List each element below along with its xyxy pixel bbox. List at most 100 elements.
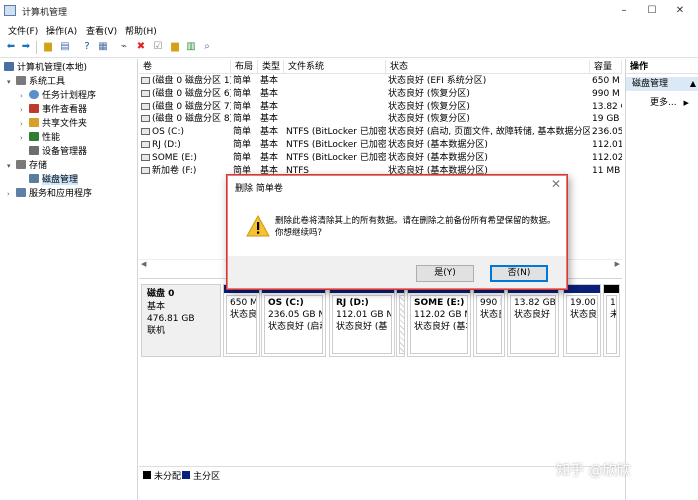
cell-text: 简单 (233, 76, 252, 86)
folder-up-icon[interactable]: ▆ (41, 40, 55, 54)
partition-block[interactable]: OS (C:) 236.05 GB NTI 状态良好 (启动 (261, 284, 326, 357)
actions-disk-management[interactable]: 磁盘管理 ▲ (626, 77, 698, 91)
table-row[interactable]: OS (C:) 简单 基本 NTFS (BitLocker 已加密) 状态良好 (启动,… (139, 126, 622, 139)
partition-block[interactable]: 13.82 GB 状态良好 (507, 284, 559, 357)
column-header-capacity[interactable]: 容量 (590, 60, 622, 74)
column-header-filesystem[interactable]: 文件系统 (284, 60, 386, 74)
tree-item-shared-folders[interactable]: › 共享文件夹 (20, 117, 87, 131)
check-icon[interactable]: ☑ (151, 40, 165, 54)
close-button[interactable]: ✕ (666, 2, 694, 20)
scroll-left-icon[interactable]: ◀ (141, 260, 146, 268)
column-header-volume[interactable]: 卷 (139, 60, 231, 74)
dialog-footer: 是(Y) 否(N) (228, 256, 566, 288)
cell-text: 简单 (233, 127, 252, 138)
maximize-button[interactable]: ☐ (638, 2, 666, 20)
table-row[interactable]: (磁盘 0 磁盘分区 6) 简单 基本 状态良好 (恢复分区) 990 M (139, 88, 622, 101)
partition-info: 19.00 GB 状态良好 (566, 295, 598, 354)
table-cell: 状态良好 (基本数据分区) (386, 152, 590, 165)
tree-item-performance[interactable]: › 性能 (20, 131, 60, 145)
tree-item-storage[interactable]: ▾ 存储 (7, 159, 47, 173)
disk-type: 基本 (147, 302, 166, 312)
back-arrow-icon[interactable]: ⬅ (4, 40, 18, 54)
search-icon[interactable]: ⌕ (200, 40, 214, 54)
performance-icon (29, 132, 39, 141)
partition-info (399, 295, 404, 354)
menu-file[interactable]: 文件(F) (8, 24, 38, 37)
table-cell: 简单 (231, 152, 258, 165)
partition-bar (604, 285, 619, 293)
show-hide-tree-icon[interactable]: ▤ (58, 40, 72, 54)
delete-icon[interactable]: ✖ (134, 40, 148, 54)
cell-text: 基本 (260, 140, 279, 150)
column-header-layout[interactable]: 布局 (231, 60, 258, 74)
column-header-status[interactable]: 状态 (386, 60, 590, 74)
services-icon (16, 188, 26, 197)
chevron-down-icon[interactable]: ▾ (7, 159, 16, 173)
chevron-right-icon[interactable]: › (7, 187, 16, 201)
table-cell: 基本 (258, 152, 284, 165)
tree-item-disk-management[interactable]: 磁盘管理 (29, 173, 79, 187)
partition-block[interactable]: 19.00 GB 状态良好 (563, 284, 601, 357)
scroll-right-icon[interactable]: ▶ (615, 260, 620, 268)
partition-block[interactable]: 650 M 状态良 (223, 284, 260, 357)
volume-icon (141, 89, 150, 97)
forward-arrow-icon[interactable]: ➡ (19, 40, 33, 54)
table-cell: (磁盘 0 磁盘分区 7) (139, 101, 231, 114)
table-cell: NTFS (BitLocker 已加密) (284, 139, 386, 152)
properties-icon[interactable]: ▦ (96, 40, 110, 54)
partition-block[interactable] (396, 284, 405, 357)
column-header-type[interactable]: 类型 (258, 60, 284, 74)
disk-info[interactable]: 磁盘 0 基本 476.81 GB 联机 (141, 284, 221, 357)
partition-block[interactable]: 990 M 状态良 (473, 284, 505, 357)
window-title: 计算机管理 (22, 8, 68, 18)
table-cell: 简单 (231, 126, 258, 139)
menu-help[interactable]: 帮助(H) (125, 24, 157, 37)
table-row[interactable]: (磁盘 0 磁盘分区 7)简单基本 状态良好 (恢复分区) 13.82 G (139, 101, 622, 114)
minimize-button[interactable]: – (610, 2, 638, 20)
chevron-right-icon[interactable]: › (20, 103, 29, 117)
table-cell: 990 M (590, 88, 622, 101)
table-row[interactable]: (磁盘 0 磁盘分区 1) 简单 基本 状态良好 (EFI 系统分区) 650 M (139, 75, 622, 88)
tree-item-task-scheduler[interactable]: › 任务计划程序 (20, 89, 96, 103)
tree-item-event-viewer[interactable]: › 事件查看器 (20, 103, 87, 117)
computer-management-icon (4, 5, 16, 16)
table-row[interactable]: RJ (D:) 简单 基本 NTFS (BitLocker 已加密) 状态良好 (基本数… (139, 139, 622, 152)
dialog-close-button[interactable]: ✕ (551, 177, 561, 191)
cell-text: 状态良好 (基本数据分区) (388, 140, 488, 150)
partition-block[interactable]: SOME (E:) 112.02 GB NTF 状态良好 (基本 (407, 284, 471, 357)
cell-text: 简单 (233, 140, 252, 150)
partition-info: 13.82 GB 状态良好 (510, 295, 556, 354)
chevron-right-icon[interactable]: › (20, 131, 29, 145)
collapse-arrow-icon[interactable]: ▲ (690, 77, 696, 91)
menu-bar: 文件(F) 操作(A) 查看(V) 帮助(H) (0, 22, 698, 38)
export-icon[interactable]: ▥ (184, 40, 198, 54)
tree-item-device-manager[interactable]: 设备管理器 (29, 145, 87, 159)
tree-item-computer-management[interactable]: 计算机管理(本地) (4, 61, 87, 75)
partition-status: 未 (610, 309, 616, 321)
folder-icon[interactable]: ▆ (168, 40, 182, 54)
cell-text: 状态良好 (恢复分区) (388, 114, 470, 125)
menu-action[interactable]: 操作(A) (46, 24, 77, 37)
actions-more-button[interactable]: 更多... ▶ (650, 95, 689, 108)
tree-item-services-apps[interactable]: › 服务和应用程序 (7, 187, 92, 201)
menu-view[interactable]: 查看(V) (86, 24, 117, 37)
cell-text: 基本 (260, 152, 279, 163)
table-cell: OS (C:) (139, 126, 231, 139)
cell-text: 13.82 G (592, 101, 622, 112)
cell-text: 状态良好 (EFI 系统分区) (388, 76, 487, 86)
partition-block[interactable]: 1未 (603, 284, 620, 357)
partition-block[interactable]: RJ (D:) 112.01 GB NT 状态良好 (基 (329, 284, 395, 357)
table-cell: 新加卷 (F:) (139, 165, 231, 178)
table-row[interactable]: SOME (E:) 简单 基本 NTFS (BitLocker 已加密) 状态良好 (基… (139, 152, 622, 165)
connect-icon[interactable]: ⌁ (117, 40, 131, 54)
help-icon[interactable]: ? (80, 40, 94, 54)
cell-text: (磁盘 0 磁盘分区 1) (152, 76, 231, 86)
tree-item-system-tools[interactable]: ▾ 系统工具 (7, 75, 65, 89)
table-row[interactable]: (磁盘 0 磁盘分区 8) 简单 基本 状态良好 (恢复分区) 19 GB (139, 113, 622, 126)
chevron-down-icon[interactable]: ▾ (7, 75, 16, 89)
cell-text: 112.01 (592, 140, 622, 150)
no-button[interactable]: 否(N) (490, 265, 548, 282)
yes-button[interactable]: 是(Y) (416, 265, 474, 282)
chevron-right-icon[interactable]: › (20, 117, 29, 131)
chevron-right-icon[interactable]: › (20, 89, 29, 103)
